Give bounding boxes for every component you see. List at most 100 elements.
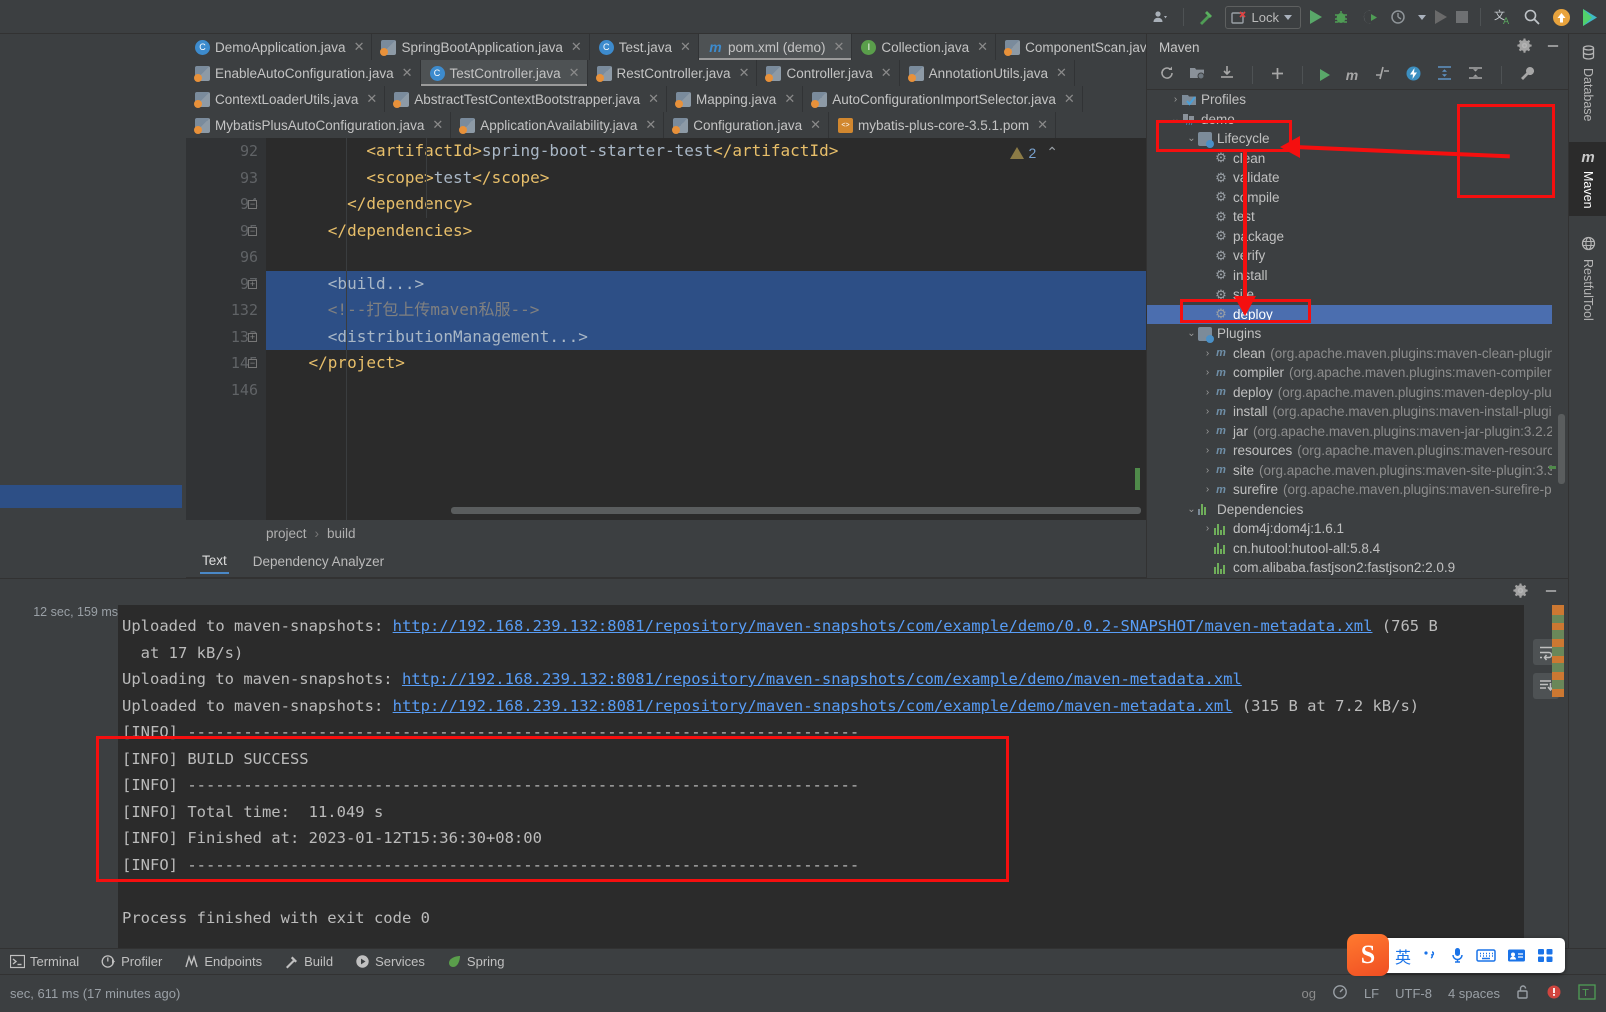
code-editor[interactable]: 929394−95−9697+132133+145−146 <artifactI… (186, 138, 1146, 520)
download-sources-icon[interactable] (1219, 65, 1235, 84)
maven-project-tree[interactable]: › Profiles ⌄ m demo ⌄ Lifecycle ⚙ clean ⚙ validate… (1147, 90, 1552, 578)
close-icon[interactable]: ✕ (571, 39, 582, 55)
close-icon[interactable]: ✕ (432, 117, 443, 133)
chevron-right-icon[interactable]: › (1201, 348, 1214, 359)
editor-tab[interactable]: TestController.java ✕ (420, 60, 588, 86)
chevron-right-icon[interactable]: › (1201, 523, 1214, 534)
close-icon[interactable]: ✕ (1056, 65, 1067, 81)
editor-tab[interactable]: Collection.java ✕ (852, 34, 997, 60)
code-line[interactable]: </dependencies> (266, 218, 1146, 245)
editor-tab[interactable]: ApplicationAvailability.java ✕ (451, 112, 665, 138)
add-managed-files-icon[interactable] (1189, 65, 1205, 84)
rerun-icon[interactable] (1435, 10, 1447, 24)
maven-tree-node[interactable]: ⚙ deploy (1147, 304, 1552, 324)
run-maven-goal-icon[interactable] (1320, 68, 1330, 81)
offline-mode-icon[interactable] (1405, 65, 1422, 85)
inspection-widget-icon[interactable] (1332, 984, 1348, 1003)
maven-tree-node[interactable]: ⌄ Plugins (1147, 324, 1552, 344)
close-icon[interactable]: ✕ (402, 65, 413, 81)
sogou-logo-icon[interactable]: S (1347, 934, 1389, 976)
close-icon[interactable]: ✕ (680, 39, 691, 55)
maven-tree-node[interactable]: ⚙ test (1147, 207, 1552, 227)
editor-tab[interactable]: RestController.java ✕ (587, 60, 758, 86)
fold-collapse-icon[interactable]: − (248, 200, 257, 209)
breadcrumb-item-build[interactable]: build (327, 526, 356, 541)
close-icon[interactable]: ✕ (881, 65, 892, 81)
editor-tab[interactable]: Configuration.java ✕ (664, 112, 830, 138)
bottom-tool-tab-spring[interactable]: Spring (447, 954, 505, 969)
event-log-label[interactable]: og (1301, 986, 1315, 1001)
tab-dependency-analyzer[interactable]: Dependency Analyzer (251, 550, 386, 573)
chevron-right-icon[interactable]: › (1201, 426, 1214, 437)
maven-tree-node[interactable]: › m surefire (org.apache.maven.plugins:mave… (1147, 480, 1552, 500)
code-content[interactable]: <artifactId>spring-boot-starter-test</ar… (266, 138, 1146, 520)
update-icon[interactable] (1551, 7, 1571, 27)
maven-tree-node[interactable]: ⚙ install (1147, 266, 1552, 286)
account-icon[interactable] (1151, 7, 1171, 27)
code-line[interactable] (266, 244, 1146, 271)
maven-tree-node[interactable]: ⚙ site (1147, 285, 1552, 305)
bottom-tool-tab-services[interactable]: Services (355, 954, 425, 969)
close-icon[interactable]: ✕ (739, 65, 750, 81)
console-link[interactable]: http://192.168.239.132:8081/repository/m… (402, 670, 1242, 688)
indent-setting[interactable]: 4 spaces (1448, 986, 1500, 1001)
editor-tab[interactable]: m pom.xml (demo) ✕ (698, 34, 853, 60)
tool-tab-maven[interactable]: m Maven (1569, 142, 1606, 216)
tool-tab-database[interactable]: Database (1569, 38, 1606, 129)
file-encoding[interactable]: UTF-8 (1395, 986, 1432, 1001)
close-icon[interactable]: ✕ (1064, 91, 1075, 107)
console-link[interactable]: http://192.168.239.132:8081/repository/m… (393, 697, 1233, 715)
editor-tab[interactable]: AutoConfigurationImportSelector.java ✕ (803, 86, 1083, 112)
execute-maven-goal-icon[interactable]: m (1344, 67, 1360, 83)
maven-tree-node[interactable]: ⌄ m demo (1147, 110, 1552, 130)
code-line[interactable]: <!--打包上传maven私服--> (266, 297, 1146, 324)
code-line[interactable]: <scope>test</scope> (266, 165, 1146, 192)
chevron-right-icon[interactable]: › (1201, 406, 1214, 417)
maven-tree-node[interactable]: ⚙ clean (1147, 149, 1552, 169)
run-icon[interactable] (1310, 10, 1322, 24)
console-link[interactable]: http://192.168.239.132:8081/repository/m… (393, 617, 1373, 635)
run-options-chevron-icon[interactable] (1418, 14, 1426, 20)
maven-tree-node[interactable]: cn.hutool:hutool-all:5.8.4 (1147, 539, 1552, 559)
editor-tab[interactable]: Controller.java ✕ (757, 60, 900, 86)
translate-icon[interactable]: 文A (1493, 7, 1513, 27)
close-icon[interactable]: ✕ (784, 91, 795, 107)
console-output[interactable]: Uploaded to maven-snapshots: http://192.… (118, 605, 1524, 948)
maven-tree-scrollbar[interactable] (1558, 414, 1565, 484)
maven-tree-node[interactable]: ⚙ verify (1147, 246, 1552, 266)
keyboard-icon[interactable] (1476, 948, 1496, 963)
editor-tab[interactable]: MybatisPlusAutoConfiguration.java ✕ (186, 112, 452, 138)
code-line[interactable]: <distributionManagement...> (266, 323, 1146, 350)
editor-tab[interactable]: EnableAutoConfiguration.java ✕ (186, 60, 421, 86)
fold-expand-icon[interactable]: + (248, 279, 257, 289)
editor-tab[interactable]: Test.java ✕ (589, 34, 699, 60)
tool-tab-restfultool[interactable]: RestfulTool (1569, 229, 1606, 328)
code-line[interactable] (266, 377, 1146, 404)
code-line[interactable]: </dependency> (266, 191, 1146, 218)
close-icon[interactable]: ✕ (648, 91, 659, 107)
chevron-down-icon[interactable] (1284, 14, 1292, 20)
chevron-right-icon[interactable]: › (1169, 94, 1182, 105)
maven-tree-node[interactable]: ⌄ Dependencies (1147, 500, 1552, 520)
close-icon[interactable]: ✕ (569, 65, 580, 81)
ime-language-label[interactable]: 英 (1395, 944, 1411, 968)
editor-tab[interactable]: AnnotationUtils.java ✕ (899, 60, 1075, 86)
collapse-all-icon[interactable] (1467, 65, 1484, 84)
maven-tree-node[interactable]: › m clean (org.apache.maven.plugins:maven-c… (1147, 344, 1552, 364)
gear-icon[interactable] (1513, 583, 1528, 601)
maven-tree-node[interactable]: › m jar (org.apache.maven.plugins:maven-jar… (1147, 422, 1552, 442)
editor-tab[interactable]: Mapping.java ✕ (667, 86, 804, 112)
apps-grid-icon[interactable] (1537, 948, 1554, 963)
maven-tree-node[interactable]: com.alibaba.fastjson2:fastjson2:2.0.9 (1147, 558, 1552, 578)
close-icon[interactable]: ✕ (1037, 117, 1048, 133)
lock-button[interactable]: Lock (1224, 5, 1301, 29)
search-icon[interactable] (1522, 7, 1542, 27)
chevron-up-icon[interactable]: ⌃ (1046, 144, 1058, 161)
run-with-coverage-icon[interactable] (1360, 7, 1380, 27)
editor-horizontal-scrollbar[interactable] (451, 507, 1141, 514)
close-icon[interactable]: ✕ (366, 91, 377, 107)
code-line[interactable]: <build...> (266, 270, 1146, 297)
microphone-icon[interactable] (1450, 947, 1465, 964)
fold-collapse-icon[interactable]: − (248, 226, 257, 236)
maven-tree-node[interactable]: › m resources (org.apache.maven.plugins:mav… (1147, 441, 1552, 461)
